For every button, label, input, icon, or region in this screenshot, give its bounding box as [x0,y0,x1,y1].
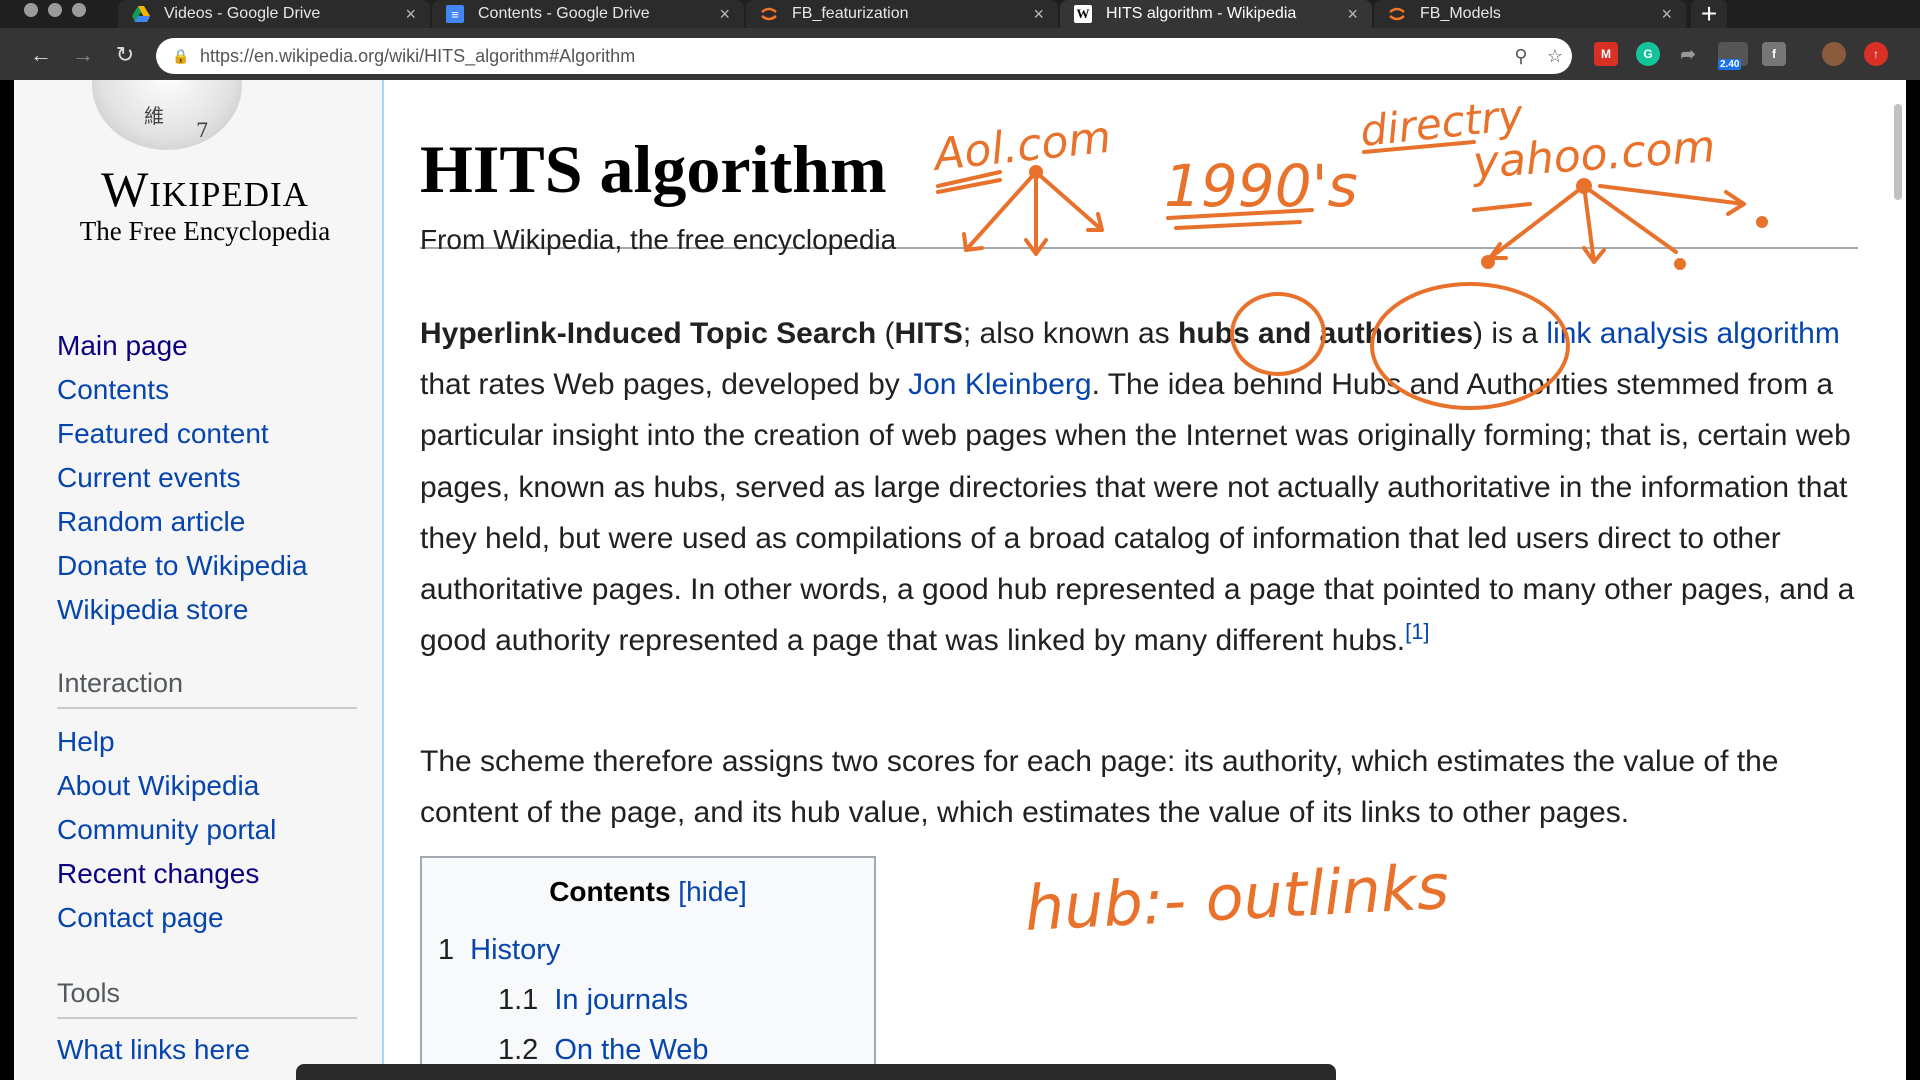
text-segment: ) is a [1473,317,1547,350]
jon-kleinberg-link[interactable]: Jon Kleinberg [908,368,1091,401]
tab-close-icon[interactable]: × [719,4,730,25]
sidebar-item-random-article[interactable]: Random article [57,500,308,544]
reference-link[interactable]: [1] [1405,619,1429,644]
tab-close-icon[interactable]: × [1347,4,1358,25]
tab-close-icon[interactable]: × [1661,4,1672,25]
window-close-dot[interactable] [24,3,38,17]
jupyter-icon [1388,5,1406,23]
toc-number: 1 [438,934,455,966]
drawing-toolbar[interactable] [296,1064,1336,1080]
profile-avatar[interactable] [1822,42,1846,66]
sidebar-item-featured-content[interactable]: Featured content [57,412,308,456]
text-segment: ; also known as [962,317,1179,350]
wikipedia-globe-logo[interactable]: 維 7 [92,80,242,150]
tab-contents-drive[interactable]: ≡ Contents - Google Drive × [432,0,744,28]
tab-close-icon[interactable]: × [405,4,416,25]
tab-title: Contents - Google Drive [478,5,650,22]
sidebar-item-about[interactable]: About Wikipedia [57,764,276,808]
toc-number: 1.1 [498,984,539,1016]
grammarly-extension-icon[interactable]: G [1636,42,1660,66]
tab-fb-featurization[interactable]: FB_featurization × [746,0,1058,28]
bookmark-star-icon[interactable]: ☆ [1538,46,1572,67]
toc-title: Contents [hide] [438,876,858,908]
tab-title: FB_featurization [792,5,909,22]
toc-link[interactable]: In journals [554,984,688,1016]
toc-link[interactable]: On the Web [554,1034,708,1066]
term-hubs-authorities: hubs and authorities [1178,317,1474,350]
wikipedia-tagline: The Free Encyclopedia [79,216,331,246]
sidebar-item-community-portal[interactable]: Community portal [57,808,276,852]
sidebar-item-donate[interactable]: Donate to Wikipedia [57,544,308,588]
zoom-icon[interactable]: ⚲ [1504,46,1538,67]
term-hits: HITS [894,317,963,350]
reload-icon[interactable]: ↻ [110,40,140,70]
share-extension-icon[interactable]: ➦ [1676,42,1700,66]
browser-toolbar: ← → ↻ 🔒 https://en.wikipedia.org/wiki/HI… [0,28,1920,80]
gmail-extension-icon[interactable]: M [1594,42,1618,66]
toc-number: 1.2 [498,1034,539,1066]
sidebar-item-what-links-here[interactable]: What links here [57,1028,250,1072]
toc-item-history[interactable]: 1 History [438,934,560,967]
text-segment: . The idea behind Hubs and Authorities s… [420,368,1855,658]
interaction-list: Help About Wikipedia Community portal Re… [57,720,276,940]
lead-paragraph: Hyperlink-Induced Topic Search (HITS; al… [420,308,1860,666]
navigation-list: Main page Contents Featured content Curr… [57,324,308,632]
tools-list: What links here [57,1028,250,1072]
window-zoom-dot[interactable] [72,3,86,17]
sidebar-item-current-events[interactable]: Current events [57,456,308,500]
sidebar-item-store[interactable]: Wikipedia store [57,588,308,632]
wikipedia-icon: W [1074,5,1092,23]
tab-title: HITS algorithm - Wikipedia [1106,5,1297,22]
jupyter-icon [760,5,778,23]
back-arrow-icon[interactable]: ← [26,40,56,70]
sidebar-item-contact-page[interactable]: Contact page [57,896,276,940]
toc-link[interactable]: History [470,934,560,966]
forward-arrow-icon[interactable]: → [68,40,98,70]
scrollbar-thumb[interactable] [1894,104,1902,200]
site-sub: From Wikipedia, the free encyclopedia [420,224,897,255]
toc-hide-link[interactable]: [hide] [678,876,747,907]
window-minimize-dot[interactable] [48,3,62,17]
update-arrow-icon[interactable]: ↑ [1864,42,1888,66]
facebook-extension-icon[interactable]: f [1762,42,1786,66]
tab-title: FB_Models [1420,5,1501,22]
tab-close-icon[interactable]: × [1033,4,1044,25]
url-text[interactable]: https://en.wikipedia.org/wiki/HITS_algor… [200,46,1504,67]
table-of-contents: Contents [hide] 1 History 1.1 In journals … [420,856,876,1080]
new-tab-plus-icon[interactable]: + [1691,0,1727,29]
text-segment: that rates Web pages, developed by [420,368,909,402]
address-bar[interactable]: 🔒 https://en.wikipedia.org/wiki/HITS_alg… [156,38,1572,74]
link-analysis-link[interactable]: link analysis algorithm [1546,317,1839,350]
sidebar-item-main-page[interactable]: Main page [57,324,308,368]
sidebar: 維 7 Wikipedia The Free Encyclopedia Main… [14,80,382,1080]
toc-item-on-the-web[interactable]: 1.2 On the Web [498,1034,709,1067]
wikipedia-wordmark[interactable]: Wikipedia [60,160,350,218]
term-hits-full: Hyperlink-Induced Topic Search [420,317,877,350]
tab-fb-models[interactable]: FB_Models × [1374,0,1686,28]
text-segment: ( [876,317,895,350]
tools-heading: Tools [57,978,357,1019]
docs-icon: ≡ [446,5,464,23]
toc-heading: Contents [549,876,671,907]
scheme-paragraph: The scheme therefore assigns two scores … [420,745,1779,830]
sidebar-item-contents[interactable]: Contents [57,368,308,412]
tab-hits-wikipedia[interactable]: W HITS algorithm - Wikipedia × [1060,0,1372,28]
tab-videos-drive[interactable]: Videos - Google Drive × [118,0,430,28]
interaction-heading: Interaction [57,668,357,709]
tab-strip: Videos - Google Drive × ≡ Contents - Goo… [0,0,1920,29]
extension-badge: 2.40 [1718,59,1742,70]
sidebar-item-help[interactable]: Help [57,720,276,764]
content-border [382,80,384,1080]
lock-icon: 🔒 [172,47,190,64]
tab-title: Videos - Google Drive [164,5,321,22]
counter-extension-icon[interactable]: 2.40 [1718,42,1748,70]
wikipedia-page: 維 7 Wikipedia The Free Encyclopedia Main… [14,80,1906,1080]
drive-icon [132,5,150,23]
toc-item-in-journals[interactable]: 1.1 In journals [498,984,688,1017]
sidebar-item-recent-changes[interactable]: Recent changes [57,852,276,896]
